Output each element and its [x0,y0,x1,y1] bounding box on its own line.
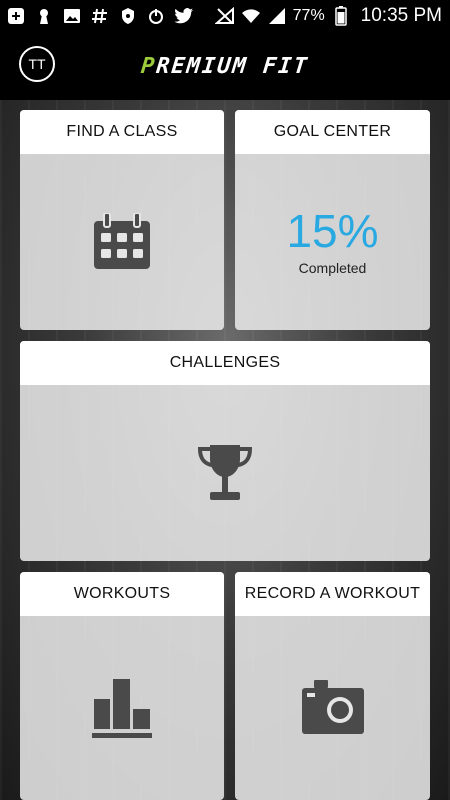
camera-icon [301,680,364,736]
record-workout-tile[interactable]: RECORD A WORKOUT [235,572,430,800]
workouts-tile[interactable]: WORKOUTS [20,572,224,800]
calendar-icon [92,213,152,271]
avatar-button[interactable]: TT [19,46,55,82]
goal-center-tile[interactable]: GOAL CENTER 15% Completed [235,110,430,330]
avatar-initials: TT [28,56,46,72]
find-class-tile[interactable]: FIND A CLASS [20,110,224,330]
battery-icon [331,6,351,26]
trophy-icon [196,443,254,503]
workouts-title: WORKOUTS [20,572,224,616]
twitter-icon [174,6,194,26]
status-bar: 77% 10:35 PM [0,0,450,32]
add-icon [6,6,26,26]
wifi-icon [241,6,261,26]
logo-text: REMIUM FIT [155,53,311,79]
challenges-title: CHALLENGES [20,341,430,385]
battery-percent: 77% [292,7,325,24]
challenges-tile[interactable]: CHALLENGES [20,341,430,561]
goal-percent: 15% [286,205,379,257]
signal-icon [267,6,287,26]
hashtag-icon [90,6,110,26]
app-logo: PREMIUM FIT [140,54,310,79]
find-class-title: FIND A CLASS [20,110,224,154]
power-icon [146,6,166,26]
no-signal-icon [214,6,235,26]
bar-chart-icon [92,677,152,739]
shield-icon [118,6,138,26]
goal-completed-label: Completed [298,260,367,276]
goal-center-title: GOAL CENTER [235,110,430,154]
app-header: TT PREMIUM FIT [0,32,450,100]
clock: 10:35 PM [360,5,442,26]
image-icon [62,6,82,26]
keyhole-icon [34,6,54,26]
record-workout-title: RECORD A WORKOUT [235,572,430,616]
